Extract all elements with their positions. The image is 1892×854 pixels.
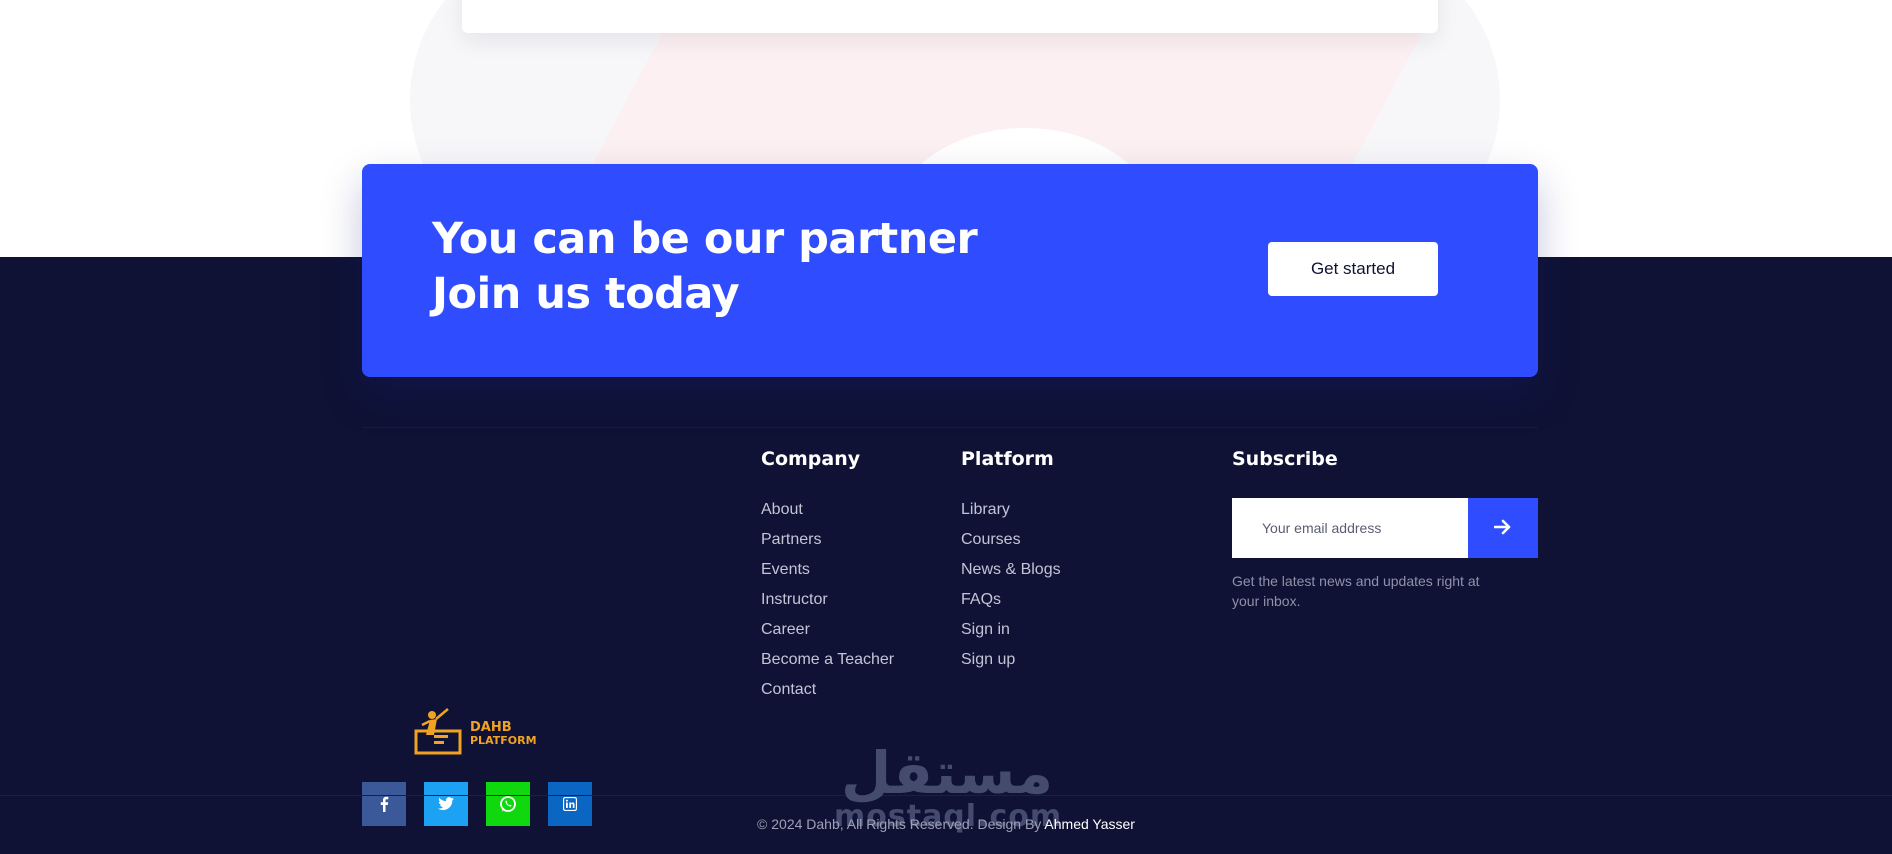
subscribe-form: [1232, 498, 1538, 558]
cta-line-2: Join us today: [432, 269, 740, 319]
footer-divider: [0, 795, 1892, 796]
twitter-icon: [438, 797, 454, 811]
cta-heading: You can be our partner Join us today: [432, 212, 978, 322]
platform-links: Library Courses News & Blogs FAQs Sign i…: [961, 495, 1061, 675]
email-input[interactable]: [1232, 498, 1468, 558]
company-link-partners[interactable]: Partners: [761, 525, 894, 555]
content-card: [462, 0, 1438, 33]
company-link-career[interactable]: Career: [761, 615, 894, 645]
get-started-button[interactable]: Get started: [1268, 242, 1438, 296]
logo-wordmark: DAHB PLATFORM: [470, 721, 537, 747]
brand-logo[interactable]: DAHB PLATFORM: [412, 705, 537, 755]
platform-link-faqs[interactable]: FAQs: [961, 585, 1061, 615]
section-divider: [362, 427, 1538, 428]
whatsapp-icon: [500, 796, 516, 812]
subscribe-submit-button[interactable]: [1468, 498, 1538, 558]
platform-link-sign-in[interactable]: Sign in: [961, 615, 1061, 645]
logo-line-2: PLATFORM: [470, 734, 537, 747]
company-links: About Partners Events Instructor Career …: [761, 495, 894, 705]
platform-link-sign-up[interactable]: Sign up: [961, 645, 1061, 675]
linkedin-icon: [563, 797, 577, 811]
logo-icon: [414, 708, 462, 755]
company-link-instructor[interactable]: Instructor: [761, 585, 894, 615]
platform-heading: Platform: [961, 448, 1054, 470]
copyright-text: © 2024 Dahb, All Rights Reserved. Design…: [0, 816, 1892, 832]
platform-link-courses[interactable]: Courses: [961, 525, 1061, 555]
logo-line-1: DAHB: [470, 720, 512, 735]
company-link-contact[interactable]: Contact: [761, 675, 894, 705]
company-link-become-teacher[interactable]: Become a Teacher: [761, 645, 894, 675]
subscribe-note: Get the latest news and updates right at…: [1232, 573, 1480, 609]
arrow-right-icon: [1493, 519, 1511, 534]
facebook-icon: [380, 796, 389, 812]
author-link[interactable]: Ahmed Yasser: [1044, 816, 1135, 832]
subscribe-heading: Subscribe: [1232, 448, 1338, 470]
platform-link-news-blogs[interactable]: News & Blogs: [961, 555, 1061, 585]
company-heading: Company: [761, 448, 861, 470]
copyright-notice: © 2024 Dahb, All Rights Reserved. Design…: [757, 816, 1045, 832]
company-link-about[interactable]: About: [761, 495, 894, 525]
partner-cta-banner: You can be our partner Join us today Get…: [362, 164, 1538, 377]
platform-link-library[interactable]: Library: [961, 495, 1061, 525]
company-link-events[interactable]: Events: [761, 555, 894, 585]
cta-line-1: You can be our partner: [432, 214, 978, 264]
